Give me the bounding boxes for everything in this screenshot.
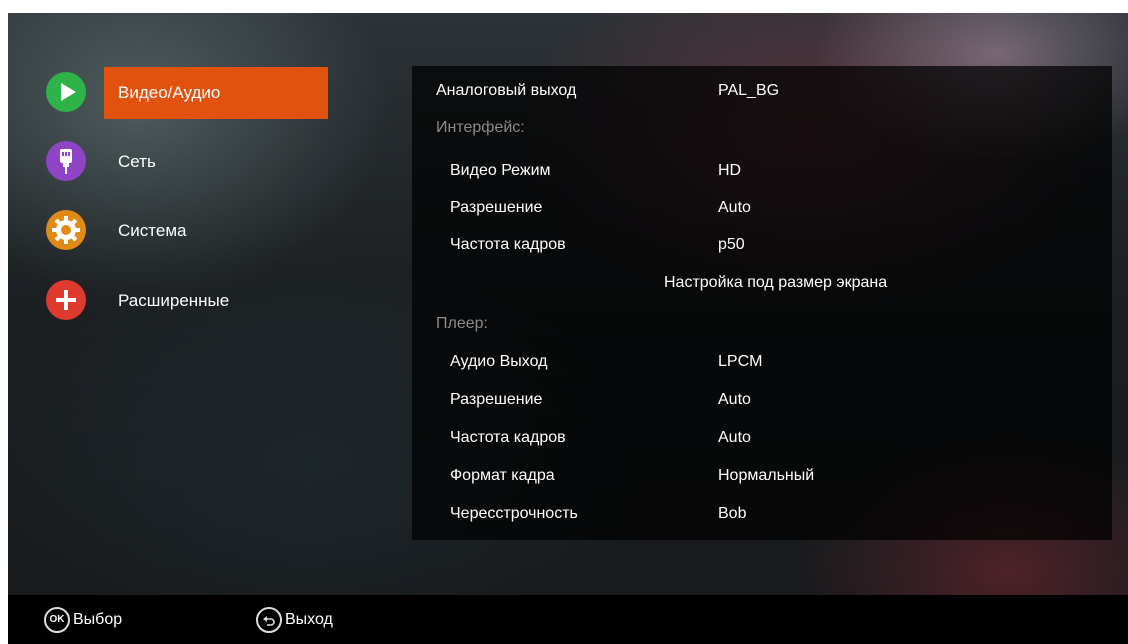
section-header-player: Плеер: [436, 315, 488, 332]
sidebar-item-label: Сеть [118, 152, 156, 171]
setting-label: Видео Режим [450, 162, 551, 179]
setting-value: Auto [718, 391, 751, 408]
select-hint: OK Выбор [44, 595, 122, 644]
setting-row-analog-output[interactable]: Аналоговый выход PAL_BG [412, 77, 1112, 105]
setting-value: Auto [718, 429, 751, 446]
setting-row-video-mode[interactable]: Видео Режим HD [412, 157, 1112, 185]
ok-button-icon: OK [44, 606, 70, 633]
exit-hint: Выход [256, 595, 333, 644]
plus-icon [46, 280, 86, 320]
setting-row-player-resolution[interactable]: Разрешение Auto [412, 386, 1112, 414]
setting-row-frame-rate[interactable]: Частота кадров p50 [412, 231, 1112, 259]
setting-value: LPCM [718, 353, 763, 370]
setting-label: Частота кадров [450, 236, 566, 253]
setting-label: Частота кадров [450, 429, 566, 446]
setting-value: PAL_BG [718, 82, 780, 99]
sidebar-item-label: Система [118, 221, 187, 240]
sidebar-item-advanced[interactable]: Расширенные [46, 275, 330, 327]
setting-row-resolution[interactable]: Разрешение Auto [412, 194, 1112, 222]
footer-bar: OK Выбор Выход [8, 595, 1128, 644]
setting-value: Auto [718, 199, 751, 216]
sidebar-item-video-audio[interactable]: Видео/Аудио [46, 67, 330, 119]
settings-panel: Аналоговый выход PAL_BG Интерфейс: Видео… [412, 66, 1112, 540]
setting-label: Формат кадра [450, 467, 555, 484]
setting-label: Разрешение [450, 391, 543, 408]
setting-row-audio-output[interactable]: Аудио Выход LPCM [412, 348, 1112, 376]
section-header-interface: Интерфейс: [436, 119, 525, 136]
setting-row-player-frame-rate[interactable]: Частота кадров Auto [412, 424, 1112, 452]
exit-hint-label: Выход [285, 610, 333, 628]
screen-fit-label: Настройка под размер экрана [664, 274, 888, 291]
setting-value: Нормальный [718, 467, 815, 484]
setting-value: p50 [718, 236, 745, 253]
sidebar-item-system[interactable]: Система [46, 205, 330, 257]
setting-row-aspect-ratio[interactable]: Формат кадра Нормальный [412, 462, 1112, 490]
setting-value: HD [718, 162, 742, 179]
setting-label: Аналоговый выход [436, 82, 577, 99]
sidebar-item-label: Видео/Аудио [104, 67, 328, 119]
settings-screen: Видео/Аудио Сеть Система Расширенные Ана… [8, 13, 1128, 644]
setting-label: Чересстрочность [450, 505, 578, 522]
gear-icon [46, 210, 86, 250]
network-plug-icon [46, 141, 86, 181]
setting-label: Аудио Выход [450, 353, 548, 370]
setting-row-deinterlace[interactable]: Чересстрочность Bob [412, 500, 1112, 528]
sidebar-item-label: Расширенные [118, 291, 230, 310]
screen-fit-button[interactable]: Настройка под размер экрана [412, 269, 1112, 297]
setting-value: Bob [718, 505, 747, 522]
select-hint-label: Выбор [73, 610, 123, 628]
back-arrow-icon [256, 606, 282, 633]
setting-label: Разрешение [450, 199, 543, 216]
play-icon [46, 72, 86, 112]
sidebar-item-network[interactable]: Сеть [46, 136, 330, 188]
